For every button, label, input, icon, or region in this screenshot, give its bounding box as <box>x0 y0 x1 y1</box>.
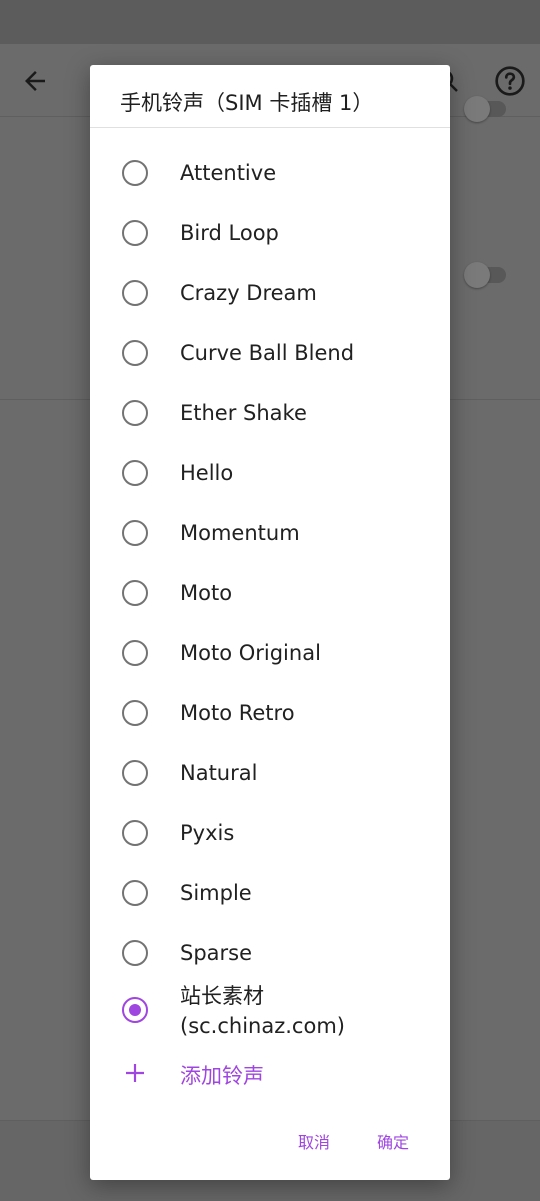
title-divider <box>90 127 450 128</box>
ringtone-option-label: Pyxis <box>180 821 235 845</box>
radio-unchecked-icon[interactable] <box>122 160 148 186</box>
ringtone-option-label: Bird Loop <box>180 221 279 245</box>
ringtone-list: Attentive Bird Loop Crazy Dream Curve Ball … <box>90 143 450 1049</box>
ringtone-option-label: Momentum <box>180 521 300 545</box>
ringtone-option[interactable]: Attentive <box>90 143 450 203</box>
radio-unchecked-icon[interactable] <box>122 340 148 366</box>
ringtone-option-label: Hello <box>180 461 234 485</box>
ringtone-option[interactable]: Simple <box>90 863 450 923</box>
background-toggle[interactable] <box>464 96 506 122</box>
radio-unchecked-icon[interactable] <box>122 820 148 846</box>
ringtone-option[interactable]: Curve Ball Blend <box>90 323 450 383</box>
radio-unchecked-icon[interactable] <box>122 280 148 306</box>
radio-unchecked-icon[interactable] <box>122 460 148 486</box>
toggle-knob <box>464 262 490 288</box>
ringtone-option[interactable]: Moto Retro <box>90 683 450 743</box>
ringtone-option-label: Ether Shake <box>180 401 307 425</box>
ringtone-option-label: Moto Original <box>180 641 321 665</box>
ringtone-option[interactable]: Momentum <box>90 503 450 563</box>
ringtone-option[interactable]: Moto <box>90 563 450 623</box>
help-icon[interactable] <box>494 65 526 97</box>
ringtone-dialog: 手机铃声（SIM 卡插槽 1） Attentive Bird Loop Crazy … <box>90 65 450 1180</box>
ringtone-option[interactable]: Crazy Dream <box>90 263 450 323</box>
ringtone-option-label: Sparse <box>180 941 253 965</box>
toggle-knob <box>464 96 490 122</box>
radio-unchecked-icon[interactable] <box>122 580 148 606</box>
ringtone-option[interactable]: Sparse <box>90 923 450 983</box>
ringtone-option-label: Attentive <box>180 161 277 185</box>
radio-unchecked-icon[interactable] <box>122 700 148 726</box>
radio-unchecked-icon[interactable] <box>122 940 148 966</box>
ringtone-option-label: Natural <box>180 761 258 785</box>
ringtone-option-label: 站长素材 (sc.chinaz.com) <box>180 984 345 1038</box>
radio-unchecked-icon[interactable] <box>122 640 148 666</box>
ringtone-option[interactable]: 站长素材 (sc.chinaz.com) <box>90 983 450 1049</box>
cancel-button[interactable]: 取消 <box>298 1129 330 1153</box>
ringtone-option[interactable]: Natural <box>90 743 450 803</box>
ringtone-option[interactable]: Pyxis <box>90 803 450 863</box>
ok-button[interactable]: 确定 <box>377 1129 409 1153</box>
ringtone-option-label: Simple <box>180 881 252 905</box>
ringtone-option[interactable]: Moto Original <box>90 623 450 683</box>
ringtone-option-label: Moto Retro <box>180 701 295 725</box>
background-toggle[interactable] <box>464 262 506 288</box>
radio-unchecked-icon[interactable] <box>122 400 148 426</box>
status-bar <box>0 0 540 44</box>
ringtone-option[interactable]: Bird Loop <box>90 203 450 263</box>
ringtone-option-label: Crazy Dream <box>180 281 317 305</box>
radio-checked-icon[interactable] <box>122 997 148 1023</box>
radio-unchecked-icon[interactable] <box>122 880 148 906</box>
ringtone-option[interactable]: Hello <box>90 443 450 503</box>
dialog-title: 手机铃声（SIM 卡插槽 1） <box>120 91 374 115</box>
radio-unchecked-icon[interactable] <box>122 760 148 786</box>
ringtone-option[interactable]: Ether Shake <box>90 383 450 443</box>
add-ringtone-label: 添加铃声 <box>180 1064 264 1088</box>
ringtone-option-label: Curve Ball Blend <box>180 341 355 365</box>
radio-unchecked-icon[interactable] <box>122 520 148 546</box>
ringtone-option-label: Moto <box>180 581 233 605</box>
back-arrow-icon[interactable] <box>20 66 50 96</box>
radio-unchecked-icon[interactable] <box>122 220 148 246</box>
plus-icon <box>126 1064 144 1082</box>
add-ringtone-row[interactable]: 添加铃声 <box>90 1055 450 1095</box>
